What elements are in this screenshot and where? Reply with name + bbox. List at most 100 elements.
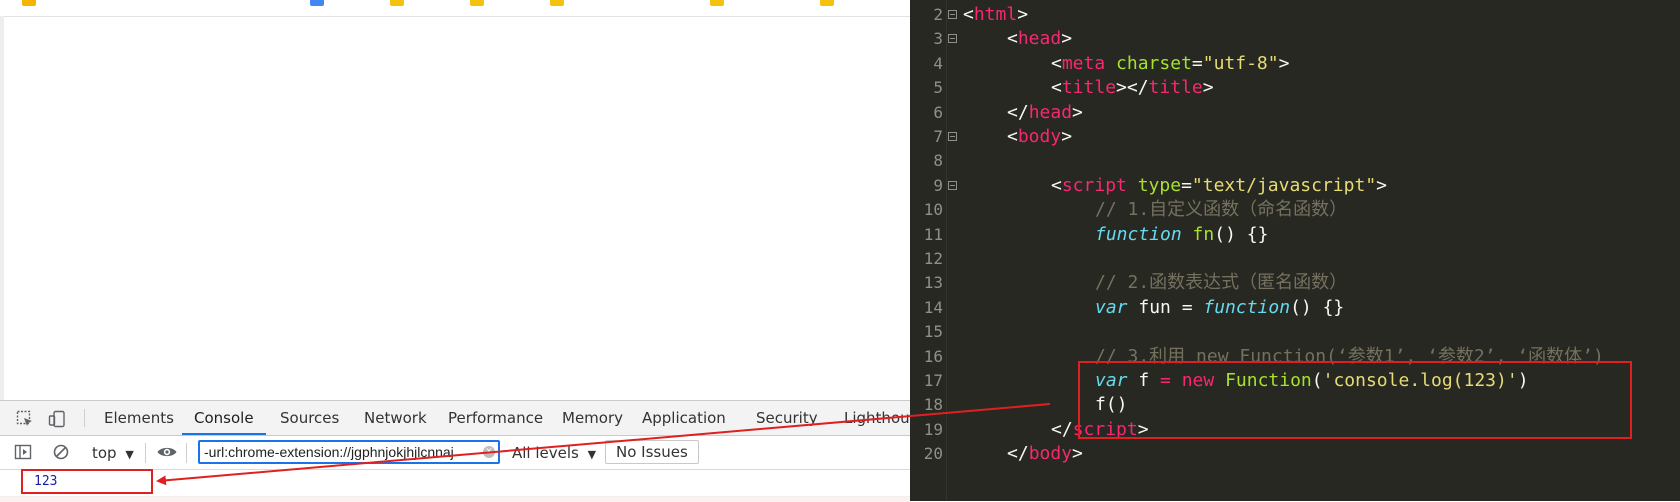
clear-console-icon[interactable] — [52, 443, 70, 461]
code-token: type — [1137, 174, 1182, 196]
code-token: > — [1072, 101, 1083, 123]
code-token: "utf-8" — [1202, 52, 1279, 74]
line-number: 16 — [923, 346, 943, 366]
console-toolbar: top ▼ -url:chrome-extension://jgphnjokjh… — [0, 436, 910, 470]
code-token: > — [1202, 77, 1214, 99]
tab-security[interactable]: Security — [744, 401, 830, 435]
context-value: top — [92, 444, 117, 462]
bookmark-icon[interactable] — [310, 0, 324, 6]
code-text: <body> — [1007, 124, 1072, 150]
code-line[interactable]: 4 <meta charset="utf-8"> — [910, 51, 1680, 77]
code-token: < — [1051, 77, 1062, 99]
code-token: html — [973, 4, 1018, 25]
code-token: = — [1181, 174, 1192, 196]
fold-toggle-icon[interactable] — [948, 132, 957, 141]
console-filter-input[interactable]: -url:chrome-extension://jgphnjokjhjlcnna… — [198, 440, 500, 464]
toolbar-divider — [186, 443, 187, 463]
code-token: </ — [1007, 443, 1029, 465]
bookmark-folder-icon[interactable] — [470, 0, 484, 6]
code-line[interactable]: 8 — [910, 148, 1680, 174]
line-number: 6 — [933, 102, 943, 122]
tab-elements[interactable]: Elements — [92, 401, 186, 435]
code-token: fun = — [1127, 296, 1204, 318]
line-number: 4 — [933, 53, 943, 73]
line-number: 13 — [923, 273, 943, 293]
fold-toggle-icon[interactable] — [948, 34, 957, 44]
bookmark-folder-icon[interactable] — [710, 0, 724, 6]
highlight-box-console — [21, 469, 153, 494]
bookmark-folder-icon[interactable] — [820, 0, 834, 6]
code-token: () {} — [1214, 223, 1269, 245]
code-token: < — [1007, 126, 1018, 147]
code-text: <title></title> — [1051, 75, 1214, 101]
code-token: function — [1095, 223, 1182, 245]
code-token: meta — [1061, 52, 1106, 74]
bookmark-icon[interactable] — [22, 0, 36, 6]
line-number: 17 — [923, 371, 943, 390]
page-viewport[interactable] — [4, 17, 910, 400]
device-toolbar-icon[interactable] — [48, 410, 66, 428]
chevron-down-icon: ▼ — [587, 448, 597, 461]
tab-sources[interactable]: Sources — [268, 401, 351, 435]
log-levels-select[interactable]: All levels ▼ — [512, 442, 596, 464]
chevron-down-icon: ▼ — [125, 448, 134, 461]
browser-window: Elements Console Sources Network Perform… — [0, 0, 927, 502]
code-token: head — [1017, 28, 1062, 50]
tab-console[interactable]: Console — [182, 401, 266, 435]
line-number: 8 — [933, 151, 943, 171]
console-prompt-row[interactable] — [0, 497, 910, 502]
bookmark-folder-icon[interactable] — [390, 0, 404, 6]
code-token: </ — [1051, 418, 1073, 440]
code-line[interactable]: 2 <html> — [910, 2, 1680, 28]
code-token: > — [1278, 52, 1290, 74]
code-line[interactable]: 3 <head> — [910, 26, 1680, 52]
code-line[interactable]: 14 var fun = function() {} — [910, 295, 1680, 321]
code-token: </ — [1007, 101, 1029, 123]
line-number: 14 — [923, 297, 943, 317]
code-line[interactable]: 12 — [910, 246, 1680, 272]
line-number: 7 — [933, 127, 943, 146]
live-expression-eye-icon[interactable] — [156, 443, 178, 461]
code-line[interactable]: 13 // 2.函数表达式（匿名函数） — [910, 270, 1680, 296]
code-token: fn — [1192, 223, 1215, 245]
code-token: () {} — [1290, 296, 1345, 318]
tab-application[interactable]: Application — [630, 401, 738, 435]
code-token: < — [963, 4, 974, 25]
bookmark-folder-icon[interactable] — [550, 0, 564, 6]
highlight-box-code — [1078, 361, 1632, 439]
fold-toggle-icon[interactable] — [948, 180, 957, 190]
line-number: 2 — [933, 5, 943, 24]
code-line[interactable]: 10 // 1.自定义函数（命名函数） — [910, 197, 1680, 223]
code-text: function fn() {} — [1095, 222, 1268, 248]
code-line[interactable]: 9 <script type="text/javascript"> — [910, 173, 1680, 199]
code-token: script — [1061, 174, 1127, 196]
tab-performance[interactable]: Performance — [436, 401, 555, 435]
clear-filter-icon[interactable]: ✕ — [483, 446, 495, 458]
line-number: 9 — [933, 175, 943, 195]
fold-toggle-icon[interactable] — [948, 10, 957, 19]
code-text: var fun = function() {} — [1095, 295, 1344, 321]
code-line[interactable]: 20 </body> — [910, 441, 1680, 467]
code-token: > — [1072, 443, 1083, 465]
code-line[interactable]: 5 <title></title> — [910, 75, 1680, 101]
code-token: ></ — [1116, 77, 1149, 99]
code-token: > — [1061, 126, 1073, 147]
issues-button[interactable]: No Issues — [605, 440, 699, 464]
code-token: head — [1028, 101, 1073, 123]
code-text: // 1.自定义函数（命名函数） — [1095, 197, 1347, 223]
line-number: 19 — [923, 419, 943, 439]
code-line[interactable]: 7 <body> — [910, 124, 1680, 150]
tab-network[interactable]: Network — [352, 401, 439, 435]
inspect-element-icon[interactable] — [16, 410, 34, 428]
code-line[interactable]: 11 function fn() {} — [910, 222, 1680, 248]
code-token: > — [1017, 4, 1029, 25]
code-token: "text/javascript" — [1191, 174, 1377, 196]
code-token: < — [1051, 52, 1062, 74]
code-line[interactable]: 15 — [910, 319, 1680, 345]
context-select[interactable]: top ▼ — [92, 442, 134, 464]
show-sidebar-icon[interactable] — [14, 443, 32, 461]
tab-memory[interactable]: Memory — [550, 401, 635, 435]
code-line[interactable]: 6 </head> — [910, 100, 1680, 126]
log-levels-label: All levels — [512, 444, 579, 462]
